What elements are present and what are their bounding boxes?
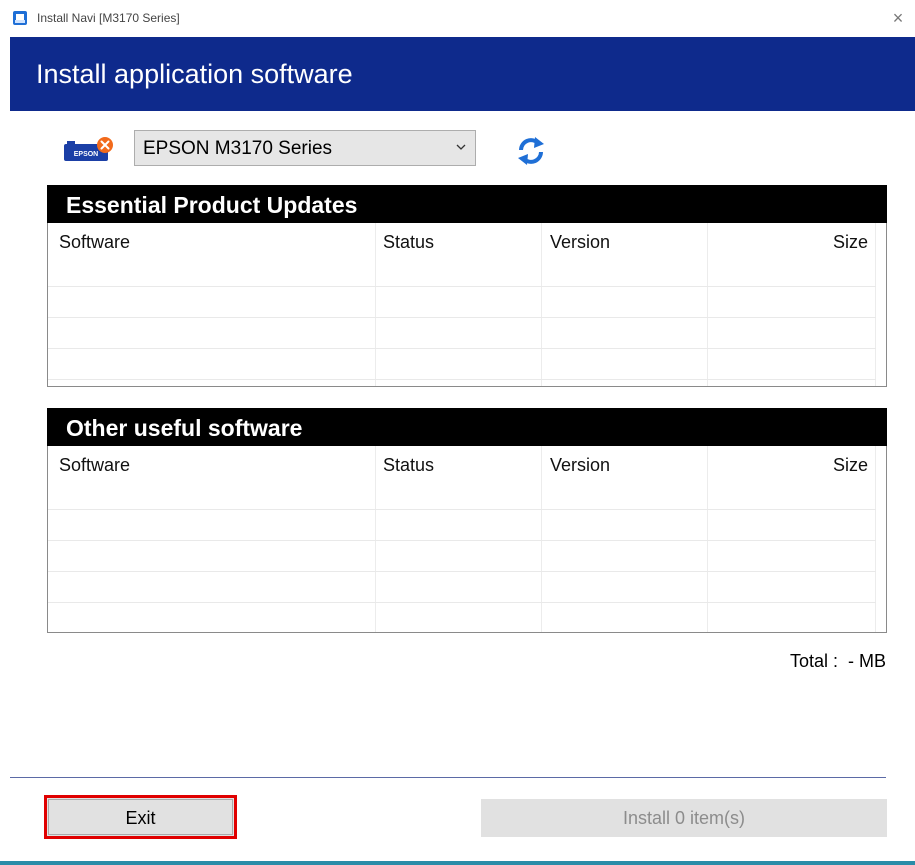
page-header: Install application software <box>10 37 915 111</box>
total-value: - MB <box>848 651 886 671</box>
footer-divider <box>10 777 886 778</box>
column-header-version[interactable]: Version <box>550 231 610 253</box>
essential-updates-title: Essential Product Updates <box>66 192 358 218</box>
printer-icon: EPSON <box>64 137 113 161</box>
refresh-icon[interactable] <box>514 136 548 166</box>
other-software-table[interactable]: Software Status Version Size <box>47 446 887 633</box>
essential-updates-table[interactable]: Software Status Version Size <box>47 223 887 387</box>
printer-icon-label: EPSON <box>74 151 99 158</box>
other-software-header: Other useful software <box>47 408 887 446</box>
page-title: Install application software <box>36 59 353 89</box>
column-header-status[interactable]: Status <box>383 454 434 476</box>
install-button[interactable]: Install 0 item(s) <box>481 799 887 837</box>
app-icon <box>13 11 27 25</box>
column-header-software[interactable]: Software <box>59 454 130 476</box>
exit-button[interactable]: Exit <box>44 795 237 839</box>
window-bottom-border <box>0 861 915 865</box>
column-header-size[interactable]: Size <box>833 231 868 253</box>
printer-select[interactable]: EPSON M3170 Series <box>134 130 476 166</box>
close-window-button[interactable]: × <box>887 7 909 29</box>
chevron-down-icon <box>456 144 466 150</box>
column-header-version[interactable]: Version <box>550 454 610 476</box>
column-header-status[interactable]: Status <box>383 231 434 253</box>
window-titlebar: Install Navi [M3170 Series] × <box>0 0 915 36</box>
exit-button-label: Exit <box>48 799 233 835</box>
column-header-software[interactable]: Software <box>59 231 130 253</box>
other-software-title: Other useful software <box>66 415 303 441</box>
window-title: Install Navi [M3170 Series] <box>37 11 180 25</box>
total-label: Total : <box>789 651 838 671</box>
error-badge-icon <box>97 137 113 153</box>
printer-select-value: EPSON M3170 Series <box>143 138 333 159</box>
column-header-size[interactable]: Size <box>833 454 868 476</box>
essential-updates-header: Essential Product Updates <box>47 185 887 223</box>
total-size: Total : - MB <box>790 650 886 672</box>
